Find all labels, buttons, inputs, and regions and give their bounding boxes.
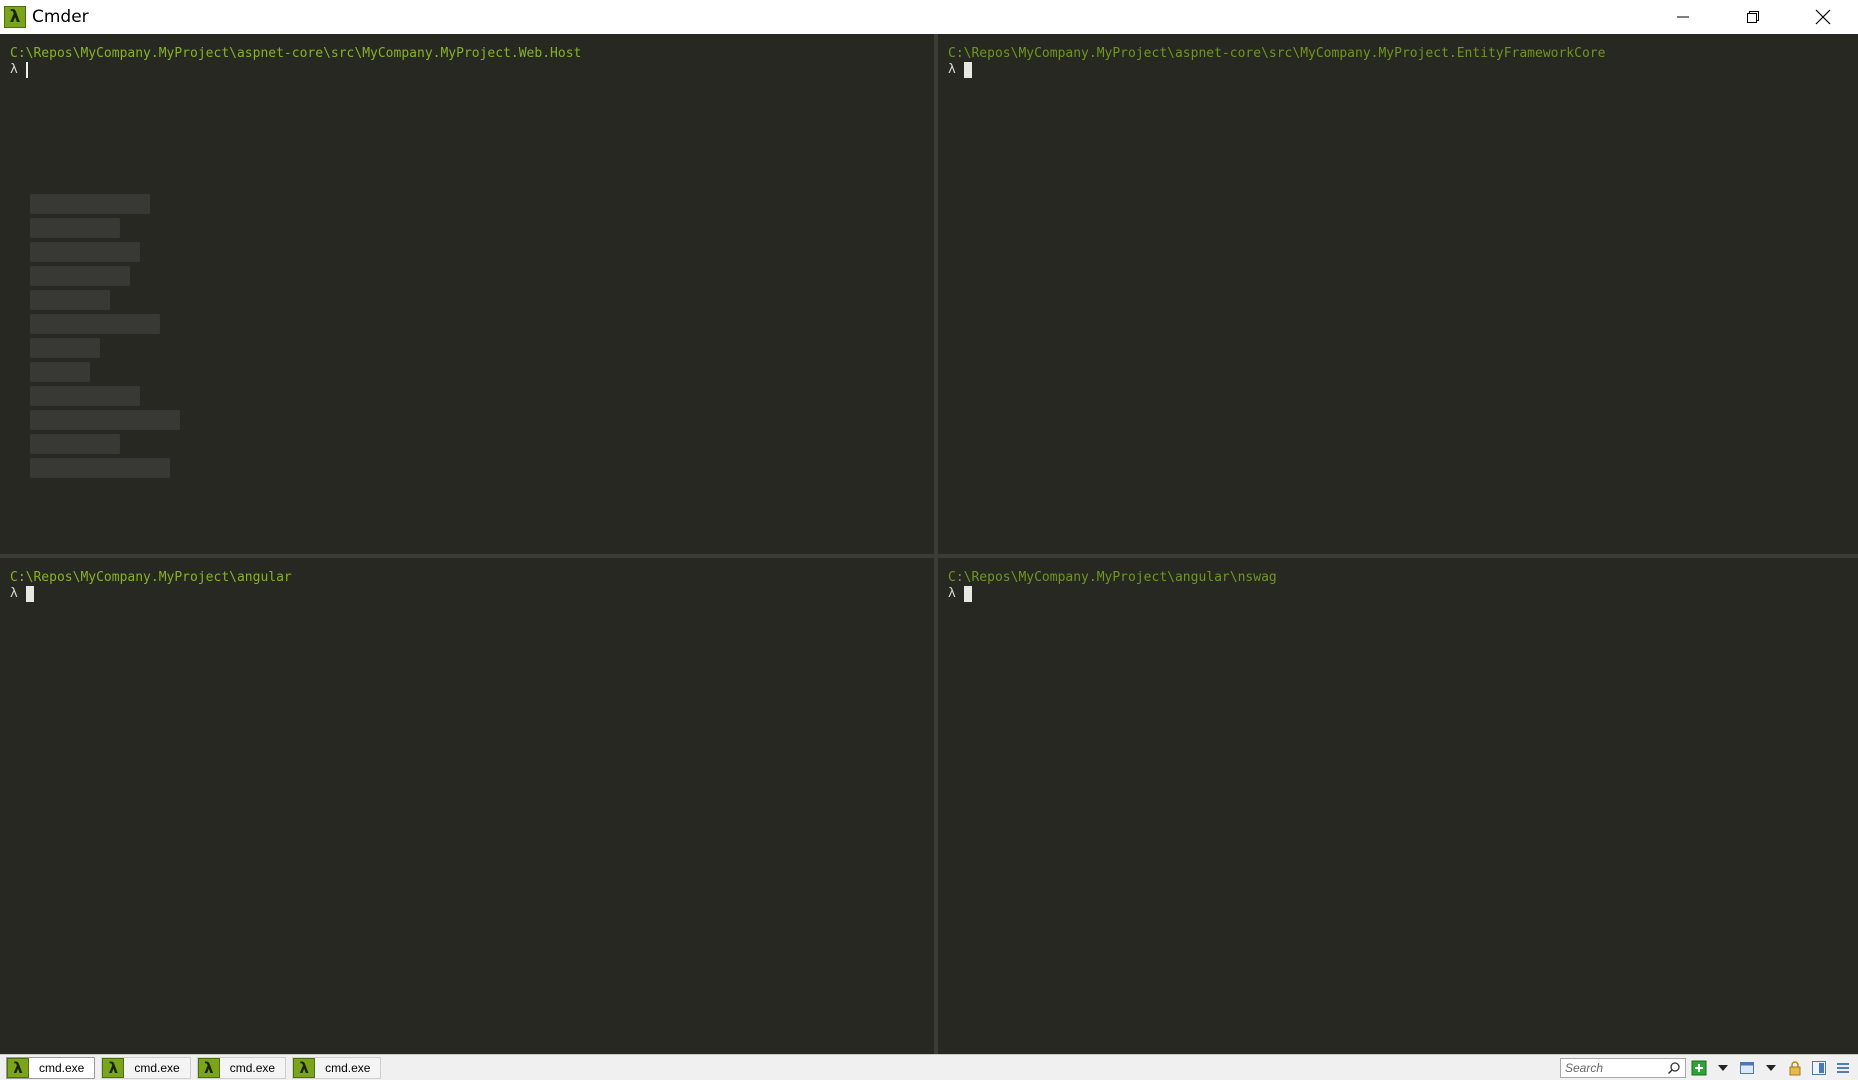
prompt-line[interactable]: λ bbox=[948, 62, 972, 78]
console-tab[interactable]: λ cmd.exe bbox=[6, 1056, 96, 1079]
console-tab[interactable]: λ cmd.exe bbox=[196, 1056, 287, 1079]
close-icon bbox=[1815, 9, 1831, 25]
restore-button[interactable] bbox=[1718, 0, 1788, 34]
cmder-logo-icon: λ bbox=[4, 6, 26, 28]
status-bar-tools bbox=[1560, 1057, 1854, 1079]
terminal-pane-top-left[interactable]: C:\Repos\MyCompany.MyProject\aspnet-core… bbox=[0, 34, 934, 554]
new-console-button[interactable] bbox=[1688, 1057, 1710, 1079]
cmder-tab-icon: λ bbox=[102, 1057, 125, 1078]
terminal-pane-bottom-right[interactable]: C:\Repos\MyCompany.MyProject\angular\nsw… bbox=[938, 558, 1858, 1054]
text-cursor bbox=[963, 586, 972, 602]
lock-button[interactable] bbox=[1784, 1057, 1806, 1079]
current-directory: C:\Repos\MyCompany.MyProject\angular\nsw… bbox=[948, 570, 1277, 585]
tab-label: cmd.exe bbox=[325, 1060, 371, 1075]
current-directory: C:\Repos\MyCompany.MyProject\angular bbox=[10, 570, 292, 585]
cmder-tab-icon: λ bbox=[7, 1057, 29, 1078]
console-tab[interactable]: λ cmd.exe bbox=[292, 1056, 382, 1079]
search-input[interactable] bbox=[1565, 1060, 1665, 1076]
hamburger-menu-icon bbox=[1837, 1063, 1849, 1073]
split-window-icon bbox=[1812, 1061, 1826, 1075]
chevron-down-icon bbox=[1718, 1065, 1728, 1071]
minimize-button[interactable] bbox=[1648, 0, 1718, 34]
status-bar: λ cmd.exe λ cmd.exe λ cmd.exe λ cmd.exe bbox=[0, 1054, 1858, 1080]
title-bar: λ Cmder bbox=[0, 0, 1858, 34]
horizontal-splitter[interactable] bbox=[0, 554, 1858, 558]
terminal-pane-bottom-left[interactable]: C:\Repos\MyCompany.MyProject\angular λ bbox=[0, 558, 934, 1054]
restore-icon bbox=[1747, 11, 1759, 23]
window-title: Cmder bbox=[32, 7, 89, 27]
prompt-line[interactable]: λ bbox=[10, 62, 28, 78]
close-button[interactable] bbox=[1788, 0, 1858, 34]
switch-console-dropdown[interactable] bbox=[1760, 1057, 1782, 1079]
plus-icon bbox=[1691, 1060, 1707, 1076]
menu-button[interactable] bbox=[1832, 1057, 1854, 1079]
search-box[interactable] bbox=[1560, 1058, 1686, 1078]
lock-icon bbox=[1789, 1061, 1801, 1076]
prompt-line[interactable]: λ bbox=[948, 586, 972, 602]
text-cursor bbox=[25, 586, 34, 602]
prompt-line[interactable]: λ bbox=[10, 586, 34, 602]
vertical-splitter[interactable] bbox=[934, 34, 938, 1054]
tab-label: cmd.exe bbox=[134, 1060, 180, 1075]
terminal-split-area: C:\Repos\MyCompany.MyProject\aspnet-core… bbox=[0, 34, 1858, 1054]
text-cursor bbox=[25, 62, 28, 78]
cmder-tab-icon: λ bbox=[197, 1057, 220, 1078]
minimize-icon bbox=[1677, 16, 1689, 18]
tab-label: cmd.exe bbox=[39, 1060, 85, 1075]
text-cursor bbox=[963, 62, 972, 78]
prompt-symbol: λ bbox=[10, 586, 18, 601]
window-controls bbox=[1648, 0, 1858, 34]
split-view-button[interactable] bbox=[1808, 1057, 1830, 1079]
window-icon bbox=[1740, 1062, 1754, 1074]
search-icon[interactable] bbox=[1667, 1061, 1681, 1075]
terminal-pane-top-right[interactable]: C:\Repos\MyCompany.MyProject\aspnet-core… bbox=[938, 34, 1858, 554]
prompt-symbol: λ bbox=[948, 62, 956, 77]
cmder-tab-icon: λ bbox=[293, 1057, 316, 1078]
current-directory: C:\Repos\MyCompany.MyProject\aspnet-core… bbox=[10, 46, 582, 61]
tab-label: cmd.exe bbox=[229, 1060, 276, 1075]
current-directory: C:\Repos\MyCompany.MyProject\aspnet-core… bbox=[948, 46, 1606, 61]
prompt-symbol: λ bbox=[948, 586, 956, 601]
prompt-symbol: λ bbox=[10, 62, 18, 77]
switch-console-button[interactable] bbox=[1736, 1057, 1758, 1079]
chevron-down-icon bbox=[1766, 1065, 1776, 1071]
new-console-dropdown[interactable] bbox=[1712, 1057, 1734, 1079]
console-tab[interactable]: λ cmd.exe bbox=[101, 1056, 191, 1079]
